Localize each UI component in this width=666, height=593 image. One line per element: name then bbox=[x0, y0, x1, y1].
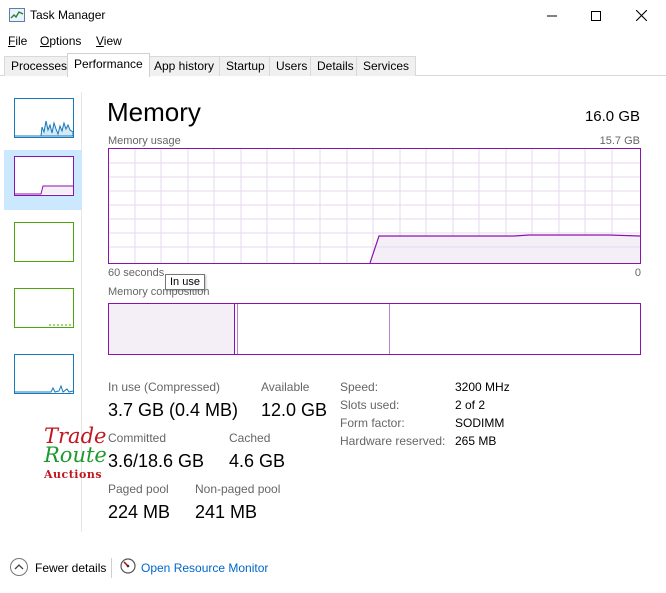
disk-thumbnail bbox=[14, 222, 74, 262]
speed-label: Speed: bbox=[340, 380, 379, 394]
cpu-thumbnail bbox=[14, 98, 74, 138]
non-paged-pool-label: Non-paged pool bbox=[195, 482, 281, 496]
menu-file[interactable]: File bbox=[8, 34, 27, 48]
sidebar-item-cpu[interactable] bbox=[4, 92, 82, 152]
open-resource-monitor-link[interactable]: Open Resource Monitor bbox=[141, 561, 268, 575]
watermark-logo: Trade Route Auctions bbox=[42, 424, 112, 484]
sidebar-item-network[interactable] bbox=[4, 348, 82, 408]
form-factor-label: Form factor: bbox=[340, 416, 405, 430]
minimize-icon bbox=[547, 15, 557, 16]
sidebar-item-disk-1[interactable] bbox=[4, 282, 82, 342]
in-use-label: In use (Compressed) bbox=[108, 380, 221, 394]
tab-app-history[interactable]: App history bbox=[147, 56, 222, 76]
tab-details[interactable]: Details bbox=[310, 56, 361, 76]
memory-usage-max: 15.7 GB bbox=[599, 135, 640, 147]
tooltip: In use bbox=[165, 274, 205, 290]
maximize-button[interactable] bbox=[573, 0, 619, 31]
form-factor-value: SODIMM bbox=[455, 416, 505, 430]
in-use-value: 3.7 GB (0.4 MB) bbox=[108, 400, 239, 420]
sidebar-item-disk-0[interactable] bbox=[4, 216, 82, 276]
slots-used-value: 2 of 2 bbox=[455, 398, 486, 412]
tab-services[interactable]: Services bbox=[356, 56, 417, 76]
menu-view[interactable]: View bbox=[96, 34, 122, 48]
tab-strip: Processes Performance App history Startu… bbox=[0, 53, 666, 77]
memory-total: 16.0 GB bbox=[584, 108, 640, 125]
composition-free[interactable] bbox=[391, 304, 640, 354]
composition-in-use[interactable] bbox=[109, 304, 235, 354]
window-title: Task Manager bbox=[30, 8, 106, 22]
non-paged-pool-value: 241 MB bbox=[195, 502, 258, 522]
available-label: Available bbox=[261, 380, 310, 394]
time-axis-start: 60 seconds bbox=[108, 267, 165, 279]
minimize-button[interactable] bbox=[529, 0, 575, 31]
close-button[interactable] bbox=[618, 0, 664, 31]
available-value: 12.0 GB bbox=[261, 400, 328, 420]
close-icon bbox=[635, 10, 647, 21]
chevron-up-icon[interactable] bbox=[10, 558, 28, 576]
maximize-icon bbox=[591, 10, 601, 21]
sidebar-item-memory[interactable] bbox=[4, 150, 82, 210]
footer-divider bbox=[111, 558, 112, 578]
tab-users[interactable]: Users bbox=[269, 56, 315, 76]
title-bar: Task Manager bbox=[0, 0, 666, 31]
paged-pool-label: Paged pool bbox=[108, 482, 169, 496]
time-axis-end: 0 bbox=[634, 267, 641, 279]
speed-value: 3200 MHz bbox=[455, 380, 510, 394]
memory-usage-label: Memory usage bbox=[108, 135, 181, 147]
memory-composition-bar bbox=[108, 303, 641, 355]
resource-monitor-icon bbox=[120, 558, 136, 574]
menu-bar: File Options View bbox=[0, 31, 666, 53]
tab-startup[interactable]: Startup bbox=[219, 56, 272, 76]
paged-pool-value: 224 MB bbox=[108, 502, 171, 522]
disk-thumbnail bbox=[14, 288, 74, 328]
network-thumbnail bbox=[14, 354, 74, 394]
tab-processes[interactable]: Processes bbox=[4, 56, 75, 76]
tab-performance[interactable]: Performance bbox=[67, 53, 150, 77]
committed-label: Committed bbox=[108, 431, 167, 445]
footer-bar: Fewer details Open Resource Monitor bbox=[0, 554, 666, 582]
cached-value: 4.6 GB bbox=[229, 451, 286, 471]
watermark-line-3: Auctions bbox=[44, 468, 103, 481]
slots-used-label: Slots used: bbox=[340, 398, 400, 412]
composition-standby[interactable] bbox=[238, 304, 390, 354]
watermark-line-2: Route bbox=[44, 443, 107, 467]
hardware-reserved-value: 265 MB bbox=[455, 434, 497, 448]
page-title: Memory bbox=[107, 97, 201, 127]
memory-usage-graph bbox=[108, 148, 641, 264]
menu-options[interactable]: Options bbox=[40, 34, 81, 48]
committed-value: 3.6/18.6 GB bbox=[108, 451, 205, 471]
hardware-reserved-label: Hardware reserved: bbox=[340, 434, 446, 448]
cached-label: Cached bbox=[229, 431, 271, 445]
memory-thumbnail bbox=[14, 156, 74, 196]
fewer-details-button[interactable]: Fewer details bbox=[35, 561, 106, 575]
task-manager-icon bbox=[9, 8, 25, 22]
